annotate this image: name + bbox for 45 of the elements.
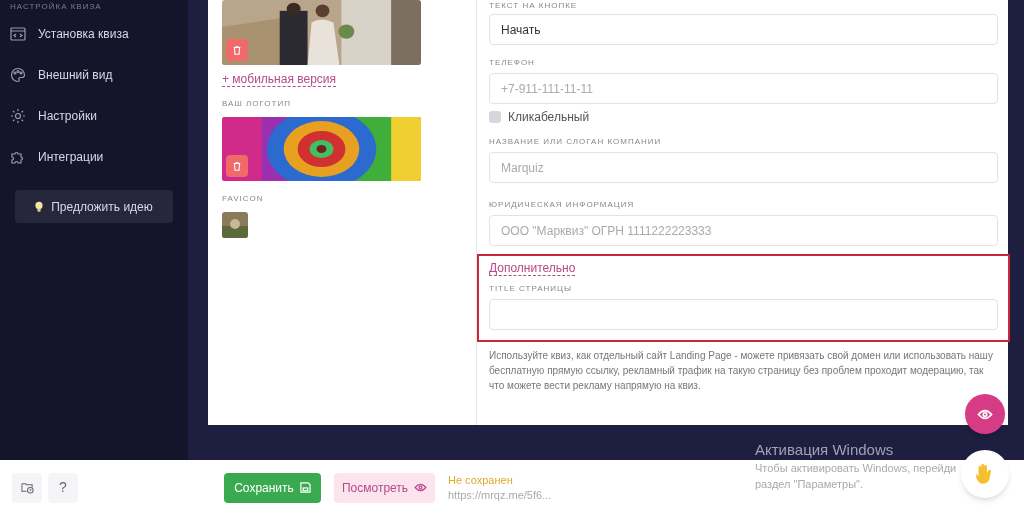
field-label: ЮРИДИЧЕСКАЯ ИНФОРМАЦИЯ [489, 200, 636, 210]
save-status: Не сохранен [448, 472, 514, 488]
checkbox[interactable] [489, 110, 501, 123]
notice-title: Активация Windows [755, 440, 895, 460]
code-window-icon [10, 26, 26, 42]
field-label: ТЕЛЕФОН [489, 58, 536, 68]
sidebar-item[interactable]: Настройки [10, 108, 178, 124]
preview-button[interactable]: Посмотреть [334, 472, 435, 503]
help-button[interactable]: ? [48, 472, 78, 503]
settings-icon [10, 108, 26, 124]
palette-icon [10, 67, 26, 83]
trash-icon [232, 161, 242, 171]
field-label: TITLE СТРАНИЦЫ [489, 284, 574, 294]
history-button[interactable] [12, 472, 42, 503]
lightbulb-icon [35, 200, 44, 213]
sidebar-item[interactable]: Установка квиза [10, 26, 178, 42]
delete-button[interactable] [226, 155, 248, 177]
notice-text: раздел "Параметры". [755, 477, 865, 492]
mobile-version-link[interactable]: + мобильная версия [222, 72, 337, 87]
eye-icon [977, 408, 993, 420]
field-label: FAVICON [222, 194, 265, 204]
quiz-url: https://mrqz.me/5f6... [448, 487, 552, 503]
suggest-idea-button[interactable]: Предложить идею [15, 190, 173, 223]
help-text: Используйте квиз, как отдельный сайт Landing Page - можете привязать свой домен или использовать нашу бесплатную прямую ссылку, рекламный трафик на такую страницу без проблем проходит модерацию, так что можете вести рекламу напрямую на квиз. [489, 349, 994, 393]
puzzle-icon [10, 149, 26, 165]
field-label: НАЗВАНИЕ ИЛИ СЛОГАН КОМПАНИИ [489, 137, 663, 147]
input-field[interactable]: ООО "Марквиз" ОГРН 1111222223333 [489, 215, 998, 246]
input-field[interactable]: +7-911-111-11-11 [489, 73, 998, 104]
notice-text: Чтобы активировать Windows, перейди [755, 461, 957, 476]
input-field[interactable]: Marquiz [489, 152, 998, 183]
chat-fab[interactable] [961, 450, 1009, 498]
sidebar-item[interactable]: Интеграции [10, 149, 178, 165]
delete-button[interactable] [226, 39, 248, 61]
trash-icon [232, 45, 242, 55]
advanced-link[interactable]: Дополнительно [489, 261, 576, 276]
sidebar-item[interactable]: Внешний вид [10, 67, 178, 83]
input-field[interactable]: Начать [489, 14, 998, 45]
input-field[interactable] [489, 299, 998, 330]
clickable-checkbox[interactable]: Кликабельный [489, 110, 998, 123]
folder-clock-icon [20, 481, 34, 494]
sidebar-header: НАСТРОЙКА КВИЗА [10, 2, 103, 12]
field-label: ТЕКСТ НА КНОПКЕ [489, 1, 579, 11]
eye-icon [414, 483, 428, 492]
field-label: ВАШ ЛОГОТИП [222, 99, 292, 109]
checkbox-label: Кликабельный [508, 108, 590, 126]
